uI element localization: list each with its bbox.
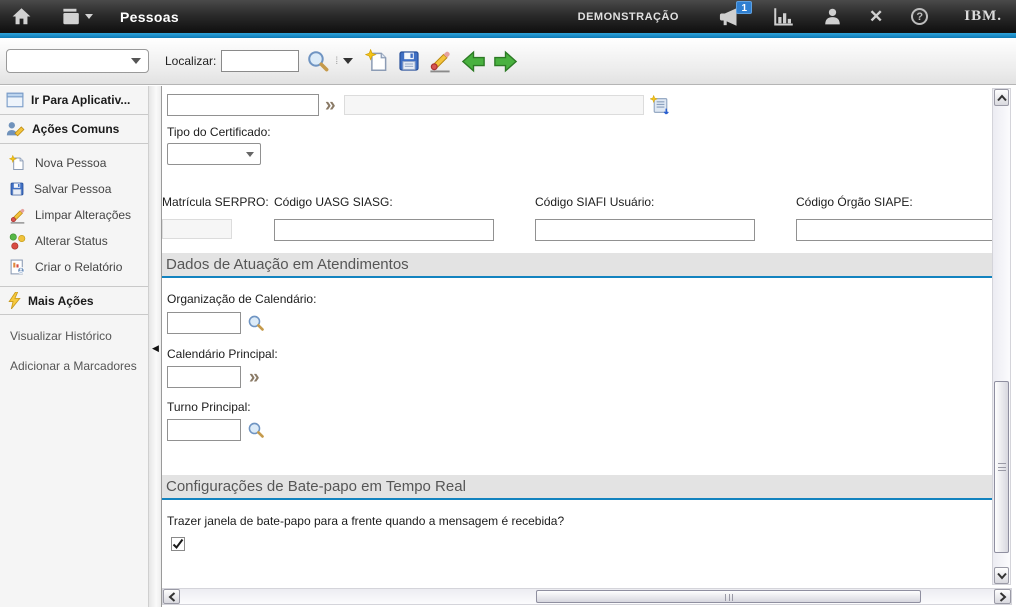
sidebar-item-criar-relatorio[interactable]: Criar o Relatório — [0, 254, 148, 280]
chat-question-label: Trazer janela de bate-papo para a frente… — [167, 514, 993, 528]
create-report-icon — [9, 259, 26, 276]
codigo-uasg-siasg-input[interactable] — [274, 219, 494, 241]
calendario-principal-label: Calendário Principal: — [167, 347, 993, 361]
matricula-serpro-input — [162, 219, 232, 239]
search-icon[interactable] — [306, 49, 330, 73]
select-value-chevron-icon[interactable]: » — [325, 96, 336, 115]
page-title: Pessoas — [120, 9, 179, 25]
tipo-certificado-label: Tipo do Certificado: — [167, 125, 993, 139]
record-toolbar: Localizar: ⁞ — [0, 38, 1016, 85]
chat-checkbox[interactable] — [171, 537, 185, 551]
applications-caret-icon — [85, 14, 93, 19]
tipo-certificado-dropdown[interactable] — [167, 143, 261, 165]
logout-close-icon[interactable]: ✕ — [869, 8, 883, 25]
section-header-bate-papo: Configurações de Bate-papo em Tempo Real — [162, 475, 993, 500]
notification-badge: 1 — [736, 1, 752, 14]
magnifier-lookup-icon[interactable] — [247, 421, 265, 439]
announcements-icon[interactable]: 1 — [719, 8, 740, 26]
checkmark-icon — [172, 538, 184, 550]
localizar-label: Localizar: — [165, 54, 216, 68]
codigos-row: Matrícula SERPRO: Código UASG SIASG: Cód… — [162, 195, 993, 241]
sidebar-item-visualizar-historico[interactable]: Visualizar Histórico — [0, 323, 148, 349]
previous-record-icon[interactable] — [461, 49, 486, 74]
ibm-logo: IBM. — [964, 8, 1002, 25]
codigo-uasg-siasg-label: Código UASG SIASG: — [274, 195, 535, 209]
magnifier-lookup-icon[interactable] — [247, 314, 265, 332]
codigo-orgao-siape-input[interactable] — [796, 219, 993, 241]
matricula-serpro-label: Matrícula SERPRO: — [162, 195, 274, 209]
sidebar-section-common-actions[interactable]: Ações Comuns — [0, 115, 148, 144]
record-selector-combobox[interactable] — [6, 49, 149, 73]
change-status-icon — [9, 233, 26, 250]
localizar-input[interactable] — [221, 50, 299, 72]
next-record-icon[interactable] — [493, 49, 518, 74]
chevron-down-icon — [246, 152, 254, 157]
new-document-icon — [9, 155, 26, 172]
organizacao-calendario-input[interactable] — [167, 312, 241, 334]
sidebar-item-adicionar-marcadores[interactable]: Adicionar a Marcadores — [0, 353, 148, 379]
person-id-input[interactable] — [167, 94, 319, 116]
select-value-chevron-icon[interactable]: » — [249, 368, 260, 387]
organizacao-calendario-label: Organização de Calendário: — [167, 292, 993, 306]
scroll-down-icon[interactable] — [994, 567, 1009, 584]
turno-principal-input[interactable] — [167, 419, 241, 441]
clear-changes-icon[interactable] — [428, 49, 452, 73]
horizontal-scrollbar-thumb[interactable] — [536, 590, 921, 603]
help-icon[interactable]: ? — [911, 8, 928, 25]
lightning-icon — [8, 292, 21, 309]
top-navigation-bar: Pessoas DEMONSTRAÇÃO 1 ✕ ? IBM. — [0, 0, 1016, 33]
sidebar: Ir Para Aplicativ... Ações Comuns Nova P… — [0, 86, 148, 607]
calendario-principal-input[interactable] — [167, 366, 241, 388]
sidebar-item-go-to-applications[interactable]: Ir Para Aplicativ... — [0, 86, 148, 115]
sidebar-item-salvar-pessoa[interactable]: Salvar Pessoa — [0, 176, 148, 202]
sidebar-item-nova-pessoa[interactable]: Nova Pessoa — [0, 150, 148, 176]
application-window-icon — [6, 92, 24, 108]
vertical-scrollbar-thumb[interactable] — [994, 381, 1009, 553]
sidebar-item-alterar-status[interactable]: Alterar Status — [0, 228, 148, 254]
applications-menu-icon[interactable] — [61, 8, 93, 25]
section-header-dados-atuacao: Dados de Atuação em Atendimentos — [162, 253, 993, 278]
scroll-up-icon[interactable] — [994, 89, 1009, 106]
common-actions-icon — [6, 121, 25, 137]
search-options-caret-icon[interactable] — [343, 58, 353, 64]
save-icon — [9, 181, 25, 197]
sidebar-splitter[interactable]: ◀ — [148, 86, 162, 607]
clear-changes-icon — [9, 207, 26, 224]
vertical-scrollbar[interactable] — [992, 88, 1011, 585]
sidebar-section-mais-acoes[interactable]: Mais Ações — [0, 286, 148, 315]
chevron-down-icon — [131, 58, 141, 64]
home-icon[interactable] — [12, 8, 31, 25]
sidebar-item-label: Ir Para Aplicativ... — [31, 93, 130, 107]
horizontal-scrollbar[interactable] — [162, 588, 1012, 605]
codigo-siafi-usuario-label: Código SIAFI Usuário: — [535, 195, 796, 209]
turno-principal-label: Turno Principal: — [167, 400, 993, 414]
new-record-icon[interactable] — [365, 49, 390, 74]
environment-label: DEMONSTRAÇÃO — [578, 11, 679, 23]
long-description-icon[interactable] — [650, 95, 671, 116]
reports-chart-icon[interactable] — [774, 8, 794, 26]
person-description-input — [344, 95, 644, 115]
save-icon[interactable] — [397, 49, 421, 73]
toolbar-divider-dots: ⁞ — [335, 56, 339, 67]
main-content: » Tipo do Certificado: Matrícula SERPRO:… — [162, 86, 1016, 607]
sidebar-collapse-icon[interactable]: ◀ — [152, 344, 159, 353]
scroll-left-icon[interactable] — [163, 589, 180, 604]
sidebar-item-limpar-alteracoes[interactable]: Limpar Alterações — [0, 202, 148, 228]
user-profile-icon[interactable] — [824, 8, 841, 25]
codigo-orgao-siape-label: Código Órgão SIAPE: — [796, 195, 993, 209]
codigo-siafi-usuario-input[interactable] — [535, 219, 755, 241]
scroll-right-icon[interactable] — [994, 589, 1011, 604]
person-id-row: » — [167, 94, 993, 116]
